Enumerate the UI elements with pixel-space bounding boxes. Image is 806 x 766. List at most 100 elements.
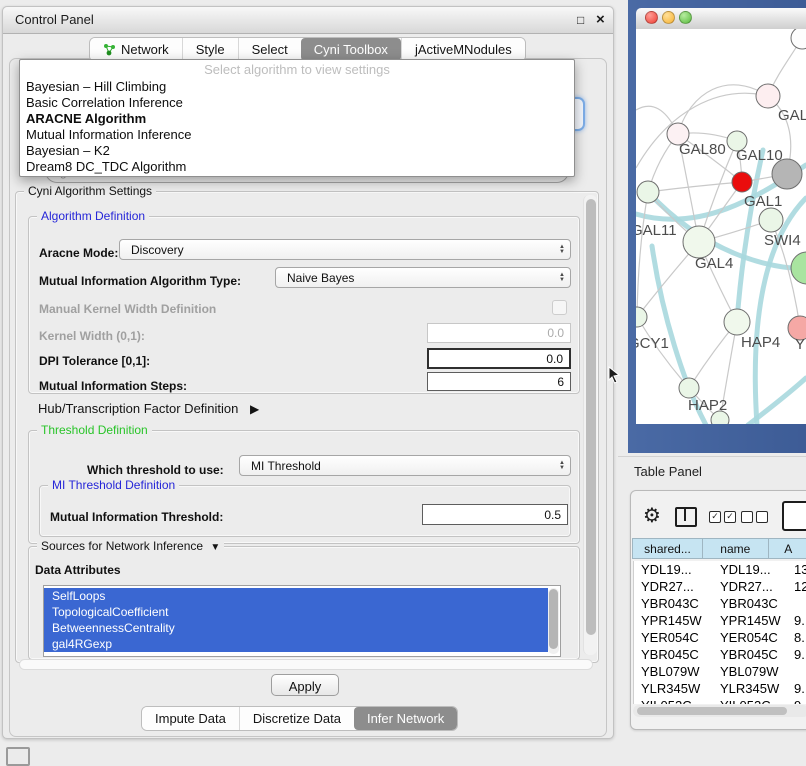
network-node-GAL2[interactable] [756, 84, 780, 108]
column-header[interactable]: name [702, 538, 769, 559]
table-cell: YBR043C [634, 595, 713, 612]
algorithm-option[interactable]: ARACNE Algorithm [20, 111, 574, 127]
column-header[interactable]: shared... [632, 538, 703, 559]
network-node-GAL4[interactable] [683, 226, 715, 258]
tab-discretize-data[interactable]: Discretize Data [239, 707, 354, 730]
data-attribute-item[interactable]: TopologicalCoefficient [44, 604, 548, 620]
table-row[interactable]: YER054CYER054C8. [634, 629, 806, 646]
close-icon[interactable]: × [596, 11, 605, 28]
tab-infer-network[interactable]: Infer Network [354, 707, 457, 730]
select-all-checkboxes-icon[interactable]: ✓✓ [709, 511, 736, 523]
table-row[interactable]: YBR045CYBR045C9. [634, 646, 806, 663]
table-row[interactable]: YIL052CYIL052C9 [634, 697, 806, 704]
network-node-GAL11[interactable] [637, 181, 659, 203]
algorithm-option[interactable]: Dream8 DC_TDC Algorithm [20, 159, 574, 175]
data-attribute-item[interactable]: BetweennessCentrality [44, 620, 548, 636]
tab-label: Network [121, 42, 169, 57]
table-cell: YBL079W [713, 663, 787, 680]
control-panel-window: Control Panel □ × NetworkStyleSelectCyni… [2, 6, 614, 739]
table-cell: YDR27... [634, 578, 713, 595]
algorithm-option[interactable]: Bayesian – K2 [20, 143, 574, 159]
tab-cyni-toolbox[interactable]: Cyni Toolbox [301, 38, 401, 61]
apply-button[interactable]: Apply [271, 674, 339, 696]
settings-scrollbar[interactable] [583, 195, 597, 655]
table-cell: 12 [787, 578, 806, 595]
column-header[interactable]: A [768, 538, 806, 559]
table-cell: YPR145W [713, 612, 787, 629]
table-row[interactable]: YPR145WYPR145W9. [634, 612, 806, 629]
mi-steps-field[interactable] [427, 372, 571, 391]
attributes-scrollbar[interactable] [548, 588, 559, 654]
table-panel-title: Table Panel [634, 464, 702, 479]
deselect-all-checkboxes-icon[interactable] [741, 511, 768, 523]
algorithm-option[interactable]: Basic Correlation Inference [20, 95, 574, 111]
collapsed-panel-icon[interactable] [6, 747, 30, 766]
network-edge[interactable] [678, 85, 768, 134]
network-node-top-partial[interactable] [791, 29, 806, 49]
network-node-GAL1[interactable] [732, 172, 752, 192]
tab-jactivemnodules[interactable]: jActiveMNodules [401, 38, 525, 61]
table-horizontal-scrollbar-thumb[interactable] [637, 707, 787, 715]
table-cell: YDL19... [634, 561, 713, 578]
expanded-arrow-icon[interactable]: ▼ [210, 542, 220, 553]
table-cell: YLR345W [713, 680, 787, 697]
panel-divider [618, 456, 806, 457]
tab-network[interactable]: Network [90, 38, 182, 61]
network-node-SWI4[interactable] [759, 208, 783, 232]
dpi-tolerance-field[interactable] [427, 348, 571, 369]
threshold-definition-title: Threshold Definition [37, 423, 152, 437]
tab-select[interactable]: Select [238, 38, 301, 61]
close-traffic-light[interactable] [645, 11, 658, 24]
settings-scrollbar-thumb[interactable] [586, 199, 596, 635]
network-node-HAP2[interactable] [679, 378, 699, 398]
which-threshold-combo[interactable]: MI Threshold ▲▼ [239, 455, 571, 476]
network-edge[interactable] [648, 182, 742, 192]
collapsed-arrow-icon[interactable]: ▶ [250, 402, 259, 416]
tab-label: Select [252, 42, 288, 57]
mi-threshold-field[interactable] [422, 504, 568, 525]
tab-style[interactable]: Style [182, 38, 238, 61]
data-attribute-item[interactable]: SelfLoops [44, 588, 548, 604]
minimize-traffic-light[interactable] [662, 11, 675, 24]
float-window-icon[interactable]: □ [577, 13, 584, 27]
which-threshold-value: MI Threshold [251, 459, 321, 473]
network-node-GCY1[interactable] [636, 307, 647, 327]
table-row[interactable]: YBL079WYBL079W [634, 663, 806, 680]
table-row[interactable]: YLR345WYLR345W9. [634, 680, 806, 697]
sources-group-title[interactable]: Sources for Network Inference ▼ [37, 539, 224, 553]
attributes-scrollbar-thumb[interactable] [549, 589, 558, 649]
network-node-gray-node[interactable] [772, 159, 802, 189]
network-node-label: SWI4 [764, 232, 801, 249]
table-row[interactable]: YBR043CYBR043C [634, 595, 806, 612]
network-canvas[interactable]: GAL2GAL80GAL10GAL1GAL11SWI4GAL4GCY1HAP4Y… [636, 29, 806, 424]
table-row[interactable]: YDR27...YDR27...12 [634, 578, 806, 595]
table-cell: 13 [787, 561, 806, 578]
table-horizontal-scrollbar[interactable] [633, 705, 806, 717]
network-node-HAP4[interactable] [724, 309, 750, 335]
threshold-definition-group: Threshold Definition Which threshold to … [28, 430, 580, 544]
cyni-mode-tabs: Impute DataDiscretize DataInfer Network [141, 706, 458, 731]
mi-algorithm-type-value: Naive Bayes [287, 271, 354, 285]
algorithm-option[interactable]: Mutual Information Inference [20, 127, 574, 143]
algorithm-option[interactable]: Bayesian – Hill Climbing [20, 79, 574, 95]
columns-icon[interactable] [675, 507, 697, 527]
zoom-traffic-light[interactable] [679, 11, 692, 24]
hub-tf-definition-toggle[interactable]: Hub/Transcription Factor Definition ▶ [38, 401, 259, 416]
gear-icon[interactable]: ⚙ [643, 503, 661, 528]
document-icon[interactable] [782, 501, 806, 531]
data-attribute-item[interactable]: gal4RGexp [44, 636, 548, 652]
network-node-bottom-partial[interactable] [711, 411, 729, 424]
network-edge[interactable] [637, 317, 689, 388]
network-node-green-big[interactable] [791, 252, 806, 284]
table-row[interactable]: YDL19...YDL19...13 [634, 561, 806, 578]
tab-impute-data[interactable]: Impute Data [142, 707, 239, 730]
mi-algorithm-type-combo[interactable]: Naive Bayes ▲▼ [275, 267, 571, 288]
table-cell [787, 595, 806, 612]
aracne-mode-combo[interactable]: Discovery ▲▼ [119, 239, 571, 260]
manual-kernel-width-checkbox[interactable] [552, 300, 567, 315]
settings-horizontal-scrollbar[interactable] [19, 659, 593, 670]
network-window-titlebar[interactable] [636, 8, 806, 30]
table-cell: YDR27... [713, 578, 787, 595]
network-edge[interactable] [637, 192, 648, 317]
data-attributes-list[interactable]: SelfLoopsTopologicalCoefficientBetweenne… [43, 585, 561, 657]
